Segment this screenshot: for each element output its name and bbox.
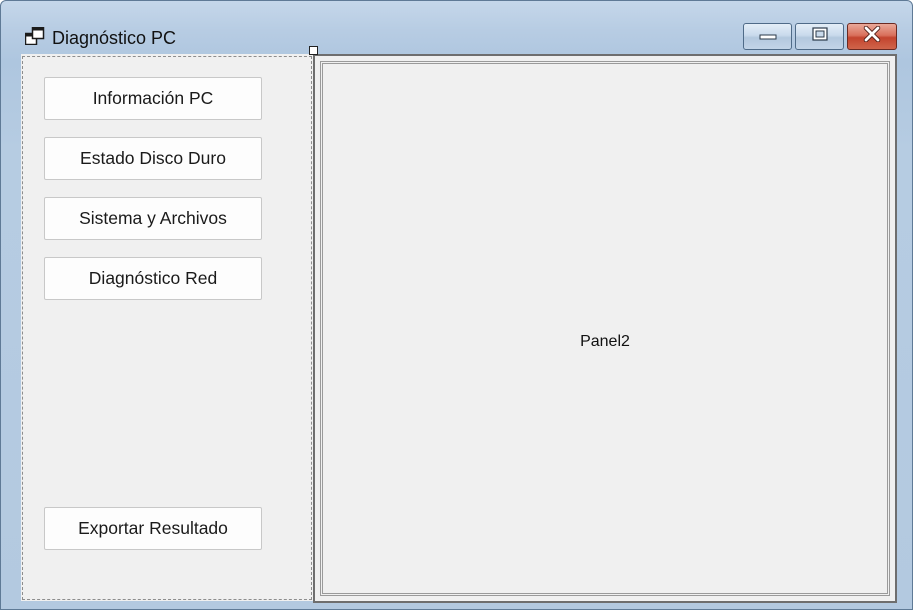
- diagnostico-red-button[interactable]: Diagnóstico Red: [44, 257, 262, 300]
- panel-label: Panel2: [580, 333, 630, 350]
- window-title: Diagnóstico PC: [52, 28, 177, 48]
- form-client-area: Información PC Estado Disco Duro Sistema…: [21, 54, 897, 603]
- informacion-pc-button[interactable]: Información PC: [44, 77, 262, 120]
- close-button[interactable]: [847, 23, 897, 50]
- minimize-button[interactable]: [743, 23, 792, 50]
- estado-disco-duro-button[interactable]: Estado Disco Duro: [44, 137, 262, 180]
- close-icon: [863, 25, 881, 47]
- main-panel[interactable]: Panel2: [313, 54, 897, 603]
- left-button-panel: Información PC Estado Disco Duro Sistema…: [22, 56, 312, 600]
- sistema-y-archivos-button[interactable]: Sistema y Archivos: [44, 197, 262, 240]
- maximize-button[interactable]: [795, 23, 844, 50]
- title-bar[interactable]: Diagnóstico PC: [1, 1, 912, 53]
- application-window: Diagnóstico PC Información PC Estado Dis…: [0, 0, 913, 610]
- maximize-icon: [811, 27, 828, 46]
- main-panel-inner-border: Panel2: [320, 61, 890, 596]
- minimize-icon: [759, 28, 777, 46]
- selection-grip-handle[interactable]: [309, 46, 318, 55]
- app-window-icon: [24, 26, 45, 46]
- exportar-resultado-button[interactable]: Exportar Resultado: [44, 507, 262, 550]
